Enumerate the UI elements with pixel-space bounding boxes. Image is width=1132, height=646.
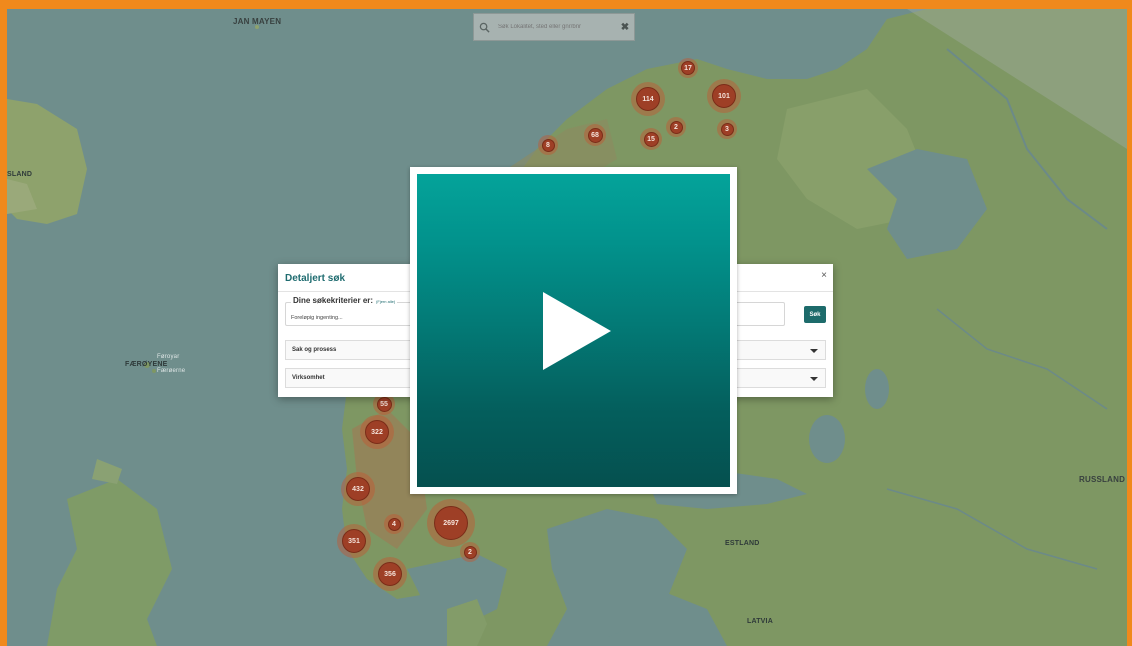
accordion-label: Virksomhet — [292, 375, 325, 381]
cluster-count: 55 — [376, 396, 392, 412]
dialog-title: Detaljert søk — [285, 273, 346, 284]
map-view[interactable]: JAN MAYEN SLAND FÆRØYENE Føroyar Færøern… — [7, 9, 1127, 646]
chevron-down-icon — [810, 349, 818, 353]
cluster-count: 3 — [720, 122, 734, 136]
chevron-down-icon — [810, 377, 818, 381]
map-cluster[interactable]: 8 — [538, 135, 558, 155]
place-estland: ESTLAND — [725, 540, 760, 547]
map-cluster[interactable]: 356 — [373, 557, 407, 591]
map-cluster[interactable]: 322 — [360, 415, 394, 449]
map-cluster[interactable]: 432 — [341, 472, 375, 506]
map-cluster[interactable]: 17 — [678, 58, 698, 78]
cluster-count: 2 — [669, 120, 683, 134]
map-cluster[interactable]: 68 — [584, 124, 606, 146]
cluster-count: 432 — [346, 477, 370, 501]
map-cluster[interactable]: 3 — [717, 119, 737, 139]
cluster-count: 356 — [378, 562, 402, 586]
cluster-count: 2697 — [434, 506, 468, 540]
clear-search-icon[interactable]: ✖ — [616, 14, 634, 40]
search-button[interactable]: Søk — [804, 306, 826, 323]
search-icon[interactable] — [474, 14, 494, 40]
cluster-count: 114 — [636, 87, 660, 111]
cluster-count: 17 — [681, 61, 695, 75]
map-cluster[interactable]: 351 — [337, 524, 371, 558]
cluster-count: 101 — [712, 84, 736, 108]
close-icon[interactable]: × — [821, 270, 827, 281]
map-cluster[interactable]: 15 — [640, 128, 662, 150]
map-cluster[interactable]: 2697 — [427, 499, 475, 547]
map-cluster[interactable]: 101 — [707, 79, 741, 113]
criteria-legend-label: Dine søkekriterier er: — [293, 296, 374, 305]
cluster-count: 4 — [387, 517, 401, 531]
cluster-count: 351 — [342, 529, 366, 553]
search-input[interactable] — [494, 17, 616, 37]
place-faeroyene: FÆRØYENE — [125, 361, 168, 368]
place-latvia: LATVIA — [747, 618, 773, 625]
place-island: SLAND — [7, 171, 33, 178]
map-cluster[interactable]: 114 — [631, 82, 665, 116]
map-search-bar: ✖ — [473, 13, 635, 41]
video-player — [410, 167, 737, 494]
place-jan-mayen: JAN MAYEN — [233, 17, 282, 26]
video-thumbnail[interactable] — [417, 174, 730, 487]
clear-all-link[interactable]: (Fjern alle) — [376, 299, 395, 304]
map-cluster[interactable]: 2 — [666, 117, 686, 137]
criteria-legend: Dine søkekriterier er: (Fjern alle) — [291, 296, 398, 305]
cluster-count: 2 — [463, 545, 477, 559]
place-faeroyene-sub1: Føroyar — [157, 354, 180, 360]
cluster-count: 15 — [643, 131, 659, 147]
place-russland: RUSSLAND — [1079, 475, 1126, 484]
map-cluster[interactable]: 4 — [384, 514, 404, 534]
play-icon[interactable] — [529, 286, 619, 376]
map-cluster[interactable]: 2 — [460, 542, 480, 562]
cluster-count: 8 — [541, 138, 555, 152]
orange-frame: JAN MAYEN SLAND FÆRØYENE Føroyar Færøern… — [0, 0, 1132, 646]
cluster-count: 68 — [587, 127, 603, 143]
accordion-label: Sak og prosess — [292, 347, 337, 353]
criteria-empty-text: Foreløpig ingenting... — [291, 315, 343, 321]
cluster-count: 322 — [365, 420, 389, 444]
place-faeroyene-sub2: Færøerne — [157, 368, 186, 374]
